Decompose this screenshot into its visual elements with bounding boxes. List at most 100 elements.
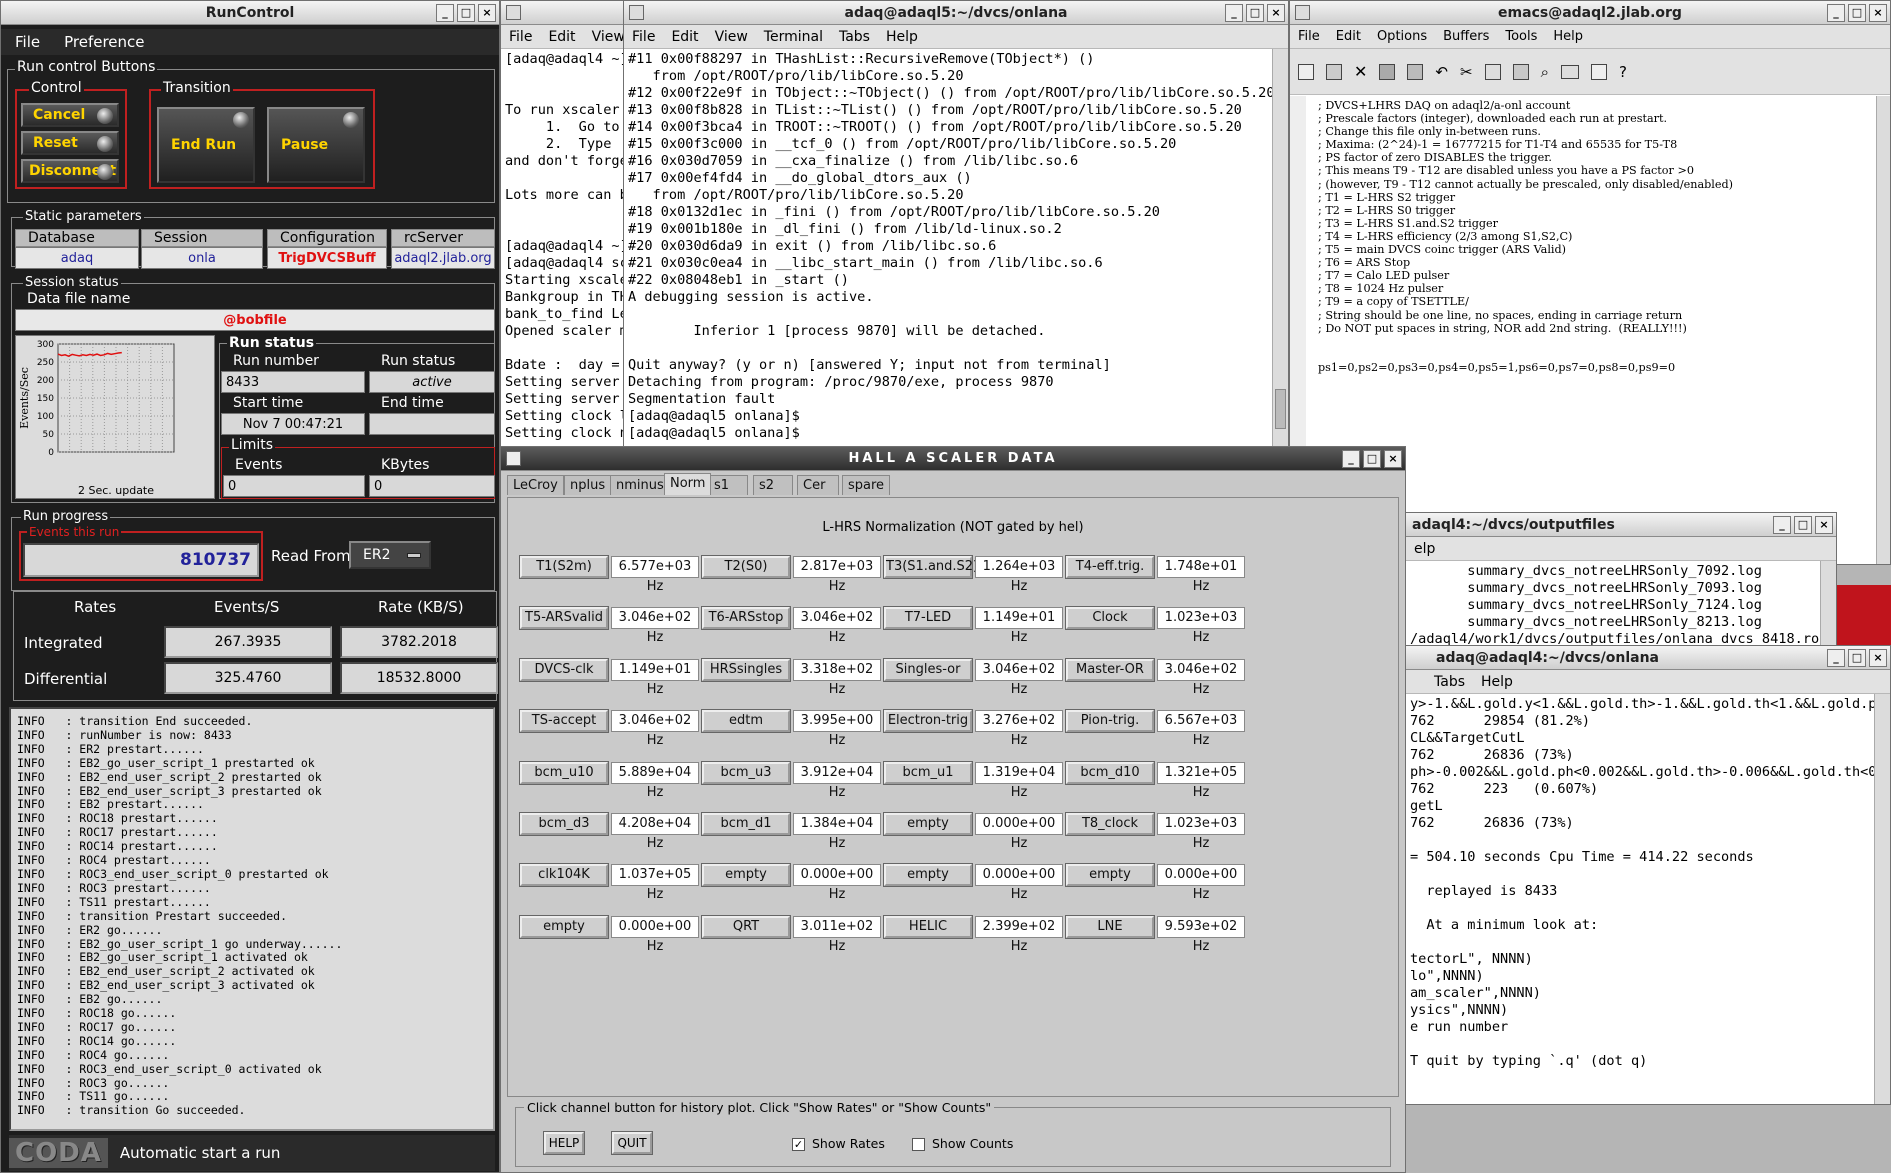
minimize-button[interactable]: _	[1342, 450, 1360, 468]
minimize-button[interactable]: _	[1827, 4, 1845, 22]
channel-button[interactable]: empty	[702, 864, 790, 887]
print-icon[interactable]	[1560, 64, 1579, 79]
channel-button[interactable]: Pion-trig.	[1066, 710, 1154, 733]
tab-nplus[interactable]: nplus	[564, 475, 612, 495]
title-bar[interactable]: adaq@adaql5:~/dvcs/onlana _ □ ×	[624, 1, 1288, 25]
menu-edit[interactable]: Edit	[548, 29, 575, 45]
menu-edit[interactable]: Edit	[1336, 29, 1361, 44]
tab-nminus[interactable]: nminus	[610, 475, 670, 495]
menu-file[interactable]: File	[509, 29, 532, 45]
close-button[interactable]: ×	[1869, 4, 1887, 22]
channel-button[interactable]: bcm_d10	[1066, 761, 1154, 784]
message-log[interactable]: INFO : transition End succeeded. INFO : r…	[9, 707, 495, 1131]
menu-edit[interactable]: Edit	[671, 29, 698, 45]
menu-file[interactable]: File	[1298, 29, 1320, 44]
search-icon[interactable]: ⌕	[1541, 63, 1549, 81]
minimize-button[interactable]: _	[1225, 4, 1243, 22]
channel-button[interactable]: bcm_d3	[520, 813, 608, 835]
terminal-output[interactable]: #11 0x00f88297 in THashList::RecursiveRe…	[624, 49, 1272, 454]
minimize-button[interactable]: _	[1827, 649, 1845, 667]
menu-terminal[interactable]: Terminal	[764, 29, 823, 45]
scrollbar[interactable]	[1820, 561, 1836, 646]
menu-help[interactable]: Help	[1481, 674, 1513, 690]
save-icon[interactable]	[1379, 63, 1396, 80]
channel-button[interactable]: edtm	[702, 710, 790, 733]
channel-button[interactable]: QRT	[702, 915, 790, 938]
terminal-output[interactable]: summary_dvcs_notreeLHRSonly_7092.log sum…	[1406, 561, 1820, 646]
channel-button[interactable]: empty	[520, 915, 608, 938]
close-button[interactable]: ×	[1815, 516, 1833, 534]
undo-icon[interactable]: ↶	[1435, 63, 1448, 81]
help-button[interactable]: HELP	[544, 1132, 584, 1154]
maximize-button[interactable]: □	[1246, 4, 1264, 22]
channel-button[interactable]: DVCS-clk	[520, 658, 608, 681]
channel-button[interactable]: Master-OR	[1066, 658, 1154, 681]
channel-button[interactable]: HRSsingles	[702, 658, 790, 681]
menu-help[interactable]: Help	[886, 29, 918, 45]
kbytes-limit-input[interactable]: 0	[369, 475, 495, 497]
channel-button[interactable]: TS-accept	[520, 710, 608, 733]
save-as-icon[interactable]	[1407, 63, 1424, 80]
scrollbar[interactable]	[1876, 96, 1890, 564]
show-rates-checkbox[interactable]: ✓	[792, 1138, 805, 1151]
reset-button[interactable]: Reset	[21, 131, 119, 155]
title-bar[interactable]: adaq@adaql4:~/dvcs/onlana _ □ ×	[1406, 646, 1890, 670]
channel-button[interactable]: T1(S2m)	[520, 556, 608, 578]
maximize-button[interactable]: □	[1794, 516, 1812, 534]
menu-preference[interactable]: Preference	[64, 33, 144, 51]
title-bar[interactable]: emacs@adaql2.jlab.org _ □ ×	[1290, 1, 1890, 25]
minimize-button[interactable]: _	[436, 4, 454, 22]
title-bar[interactable]: RunControl _ □ ×	[1, 1, 499, 25]
read-from-select[interactable]: ER2	[349, 541, 431, 569]
tab-norm[interactable]: Norm	[664, 473, 712, 495]
quit-button[interactable]: QUIT	[612, 1132, 652, 1154]
channel-button[interactable]: T4-eff.trig.	[1066, 556, 1154, 578]
channel-button[interactable]: T8_clock	[1066, 813, 1154, 835]
scrollbar[interactable]	[1874, 694, 1890, 1104]
tab-s2[interactable]: s2	[753, 475, 793, 495]
close-button[interactable]: ×	[478, 4, 496, 22]
terminal-output[interactable]: y>-1.&&L.gold.y<1.&&L.gold.th>-1.&&L.gol…	[1406, 694, 1874, 1104]
end-run-button[interactable]: End Run	[157, 107, 255, 183]
menu-view[interactable]: View	[592, 29, 625, 45]
maximize-button[interactable]: □	[1848, 4, 1866, 22]
menu-file[interactable]: File	[15, 33, 40, 51]
menu-tabs[interactable]: Tabs	[1434, 674, 1465, 690]
channel-button[interactable]: empty	[1066, 864, 1154, 887]
terminal-output[interactable]: [adaq@adaql4 ~] To run xscaler 1. Go to …	[501, 49, 629, 449]
menu-help[interactable]: elp	[1414, 541, 1435, 557]
copy-icon[interactable]	[1484, 63, 1501, 80]
channel-button[interactable]: empty	[884, 864, 972, 887]
menu-view[interactable]: View	[715, 29, 748, 45]
disconnect-button[interactable]: Disconnect	[21, 159, 119, 183]
maximize-button[interactable]: □	[1848, 649, 1866, 667]
menu-help[interactable]: Help	[1553, 29, 1583, 44]
channel-button[interactable]: bcm_u10	[520, 761, 608, 784]
events-limit-input[interactable]: 0	[223, 475, 365, 497]
close-button[interactable]: ×	[1267, 4, 1285, 22]
cancel-button[interactable]: Cancel	[21, 103, 119, 127]
channel-button[interactable]: T6-ARSstop	[702, 607, 790, 630]
close-button[interactable]: ×	[1384, 450, 1402, 468]
channel-button[interactable]: Clock	[1066, 607, 1154, 630]
channel-button[interactable]: HELIC	[884, 915, 972, 938]
channel-button[interactable]: LNE	[1066, 915, 1154, 938]
channel-button[interactable]: Electron-trig	[884, 710, 972, 733]
maximize-button[interactable]: □	[1363, 450, 1381, 468]
menu-tools[interactable]: Tools	[1505, 29, 1537, 44]
tab-s1[interactable]: s1	[708, 475, 748, 495]
new-file-icon[interactable]	[1298, 63, 1314, 80]
open-folder-icon[interactable]	[1326, 63, 1342, 80]
menu-buffers[interactable]: Buffers	[1443, 29, 1489, 44]
title-bar[interactable]: HALL A SCALER DATA _ □ ×	[501, 447, 1405, 471]
preferences-icon[interactable]	[1590, 63, 1607, 80]
tab-cer[interactable]: Cer	[797, 475, 839, 495]
help-icon[interactable]: ?	[1619, 63, 1627, 81]
channel-button[interactable]: clk104K	[520, 864, 608, 887]
channel-button[interactable]: bcm_d1	[702, 813, 790, 835]
show-counts-checkbox[interactable]	[912, 1138, 925, 1151]
close-buffer-icon[interactable]: ✕	[1354, 62, 1367, 81]
scrollbar[interactable]	[1272, 49, 1288, 454]
title-bar[interactable]	[501, 1, 629, 25]
channel-button[interactable]: empty	[884, 813, 972, 835]
